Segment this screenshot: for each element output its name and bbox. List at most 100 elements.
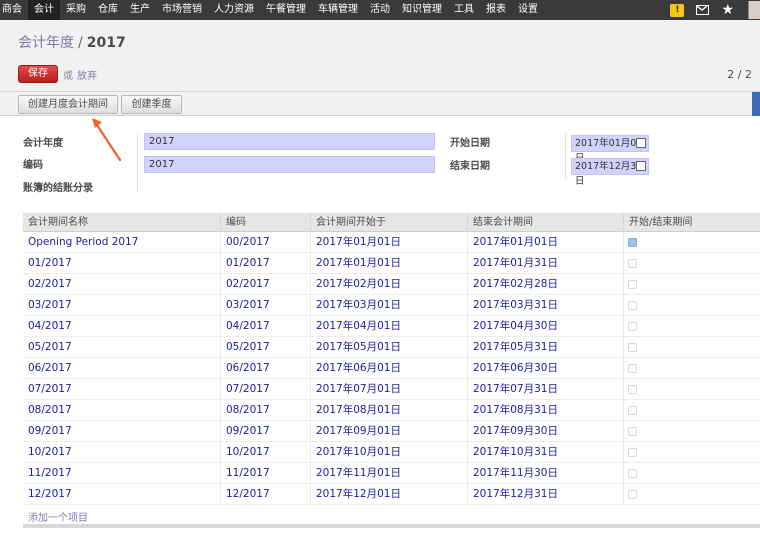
special-period-checkbox[interactable] xyxy=(628,280,637,289)
special-period-checkbox[interactable] xyxy=(628,469,637,478)
end-date-label: 结束日期 xyxy=(450,161,490,172)
create-monthly-periods-button[interactable]: 创建月度会计期间 xyxy=(18,95,118,114)
cell-name: 05/2017 xyxy=(28,341,72,353)
menu-item[interactable]: 工具 xyxy=(448,0,480,20)
code-field[interactable]: 2017 xyxy=(144,156,435,173)
special-period-checkbox[interactable] xyxy=(628,238,637,247)
avatar[interactable] xyxy=(748,1,760,19)
table-row[interactable]: Opening Period 2017 00/2017 2017年01月01日 201… xyxy=(23,232,760,253)
cell-special xyxy=(623,316,760,337)
warning-icon[interactable]: ! xyxy=(670,3,685,17)
pager: 2 / 2 xyxy=(727,68,752,81)
menu-item[interactable]: 采购 xyxy=(60,0,92,20)
menu-item[interactable]: 生产 xyxy=(124,0,156,20)
annotation-arrow-icon xyxy=(92,118,122,162)
main-menu: 商会 会计 采购 仓库 生产 市场营销 人力资源 午餐管理 车辆管理 活动 知识管理 工具 报表 设置 xyxy=(0,0,544,20)
periods-table: 会计期间名称 编码 会计期间开始于 结束会计期间 开始/结束期间 Opening… xyxy=(23,213,760,526)
cell-special xyxy=(623,358,760,379)
table-row[interactable]: 02/2017 02/2017 2017年02月01日 2017年02月28日 xyxy=(23,274,760,295)
table-row[interactable]: 01/2017 01/2017 2017年01月01日 2017年01月31日 xyxy=(23,253,760,274)
fiscal-year-field[interactable]: 2017 xyxy=(144,133,435,150)
menu-item[interactable]: 会计 xyxy=(28,0,60,20)
cell-start-date: 2017年12月01日 xyxy=(310,484,467,505)
menu-item[interactable]: 活动 xyxy=(364,0,396,20)
cell-name: 09/2017 xyxy=(28,425,72,437)
special-period-checkbox[interactable] xyxy=(628,301,637,310)
breadcrumb: 会计年度/2017 xyxy=(18,32,126,52)
cell-end-date: 2017年05月31日 xyxy=(467,337,623,358)
special-period-checkbox[interactable] xyxy=(628,427,637,436)
cell-start-date: 2017年04月01日 xyxy=(310,316,467,337)
cell-code: 05/2017 xyxy=(220,337,310,358)
mail-icon[interactable] xyxy=(696,5,710,15)
table-row[interactable]: 06/2017 06/2017 2017年06月01日 2017年06月30日 xyxy=(23,358,760,379)
cell-code: 12/2017 xyxy=(220,484,310,505)
add-row: 添加一个项目 xyxy=(23,505,760,526)
menu-item[interactable]: 报表 xyxy=(480,0,512,20)
table-row[interactable]: 07/2017 07/2017 2017年07月01日 2017年07月31日 xyxy=(23,379,760,400)
breadcrumb-separator: / xyxy=(78,35,83,51)
special-period-checkbox[interactable] xyxy=(628,343,637,352)
calendar-icon[interactable] xyxy=(636,138,646,148)
cell-name: 06/2017 xyxy=(28,362,72,374)
statusbar-accent xyxy=(752,92,760,116)
warning-icon-glyph: ! xyxy=(675,5,680,15)
menu-item[interactable]: 车辆管理 xyxy=(312,0,364,20)
menu-item[interactable]: 人力资源 xyxy=(208,0,260,20)
save-button[interactable]: 保存 xyxy=(18,65,58,83)
cell-code: 02/2017 xyxy=(220,274,310,295)
column-header-end[interactable]: 结束会计期间 xyxy=(467,213,623,232)
menu-item[interactable]: 商会 xyxy=(0,0,28,20)
cell-end-date: 2017年02月28日 xyxy=(467,274,623,295)
cell-code: 01/2017 xyxy=(220,253,310,274)
column-header-special[interactable]: 开始/结束期间 xyxy=(623,213,760,232)
table-row[interactable]: 11/2017 11/2017 2017年11月01日 2017年11月30日 xyxy=(23,463,760,484)
breadcrumb-current: 2017 xyxy=(86,35,126,51)
menu-item[interactable]: 设置 xyxy=(512,0,544,20)
create-quarterly-periods-button[interactable]: 创建季度 xyxy=(121,95,182,114)
label-divider xyxy=(137,133,138,193)
cell-start-date: 2017年01月01日 xyxy=(310,253,467,274)
menu-item[interactable]: 午餐管理 xyxy=(260,0,312,20)
cell-special xyxy=(623,253,760,274)
table-row[interactable]: 04/2017 04/2017 2017年04月01日 2017年04月30日 xyxy=(23,316,760,337)
form-buttons: 保存 或 放弃 xyxy=(18,65,97,83)
breadcrumb-parent-link[interactable]: 会计年度 xyxy=(18,35,74,51)
column-header-start[interactable]: 会计期间开始于 xyxy=(310,213,467,232)
cell-name: 01/2017 xyxy=(28,257,72,269)
special-period-checkbox[interactable] xyxy=(628,406,637,415)
cell-name: 04/2017 xyxy=(28,320,72,332)
start-date-field[interactable]: 2017年01月01日 xyxy=(571,135,649,164)
table-row[interactable]: 08/2017 08/2017 2017年08月01日 2017年08月31日 xyxy=(23,400,760,421)
discard-button[interactable]: 放弃 xyxy=(77,67,97,82)
cell-end-date: 2017年06月30日 xyxy=(467,358,623,379)
cell-name: 07/2017 xyxy=(28,383,72,395)
special-period-checkbox[interactable] xyxy=(628,322,637,331)
star-icon[interactable]: ★ xyxy=(721,0,734,20)
special-period-checkbox[interactable] xyxy=(628,490,637,499)
special-period-checkbox[interactable] xyxy=(628,385,637,394)
table-row[interactable]: 12/2017 12/2017 2017年12月01日 2017年12月31日 xyxy=(23,484,760,505)
menu-item[interactable]: 市场营销 xyxy=(156,0,208,20)
end-date-field[interactable]: 2017年12月31日 xyxy=(571,158,649,187)
cell-code: 04/2017 xyxy=(220,316,310,337)
menu-item[interactable]: 知识管理 xyxy=(396,0,448,20)
cell-code: 07/2017 xyxy=(220,379,310,400)
special-period-checkbox[interactable] xyxy=(628,364,637,373)
cell-special xyxy=(623,295,760,316)
table-row[interactable]: 09/2017 09/2017 2017年09月01日 2017年09月30日 xyxy=(23,421,760,442)
special-period-checkbox[interactable] xyxy=(628,448,637,457)
column-header-code[interactable]: 编码 xyxy=(220,213,310,232)
cell-start-date: 2017年01月01日 xyxy=(310,232,467,253)
special-period-checkbox[interactable] xyxy=(628,259,637,268)
table-row[interactable]: 10/2017 10/2017 2017年10月01日 2017年10月31日 xyxy=(23,442,760,463)
cell-code: 11/2017 xyxy=(220,463,310,484)
table-row[interactable]: 03/2017 03/2017 2017年03月01日 2017年03月31日 xyxy=(23,295,760,316)
cell-name: 03/2017 xyxy=(28,299,72,311)
add-item-link[interactable]: 添加一个项目 xyxy=(28,509,88,524)
column-header-name[interactable]: 会计期间名称 xyxy=(23,213,220,232)
cell-special xyxy=(623,442,760,463)
calendar-icon[interactable] xyxy=(636,161,646,171)
table-row[interactable]: 05/2017 05/2017 2017年05月01日 2017年05月31日 xyxy=(23,337,760,358)
menu-item[interactable]: 仓库 xyxy=(92,0,124,20)
